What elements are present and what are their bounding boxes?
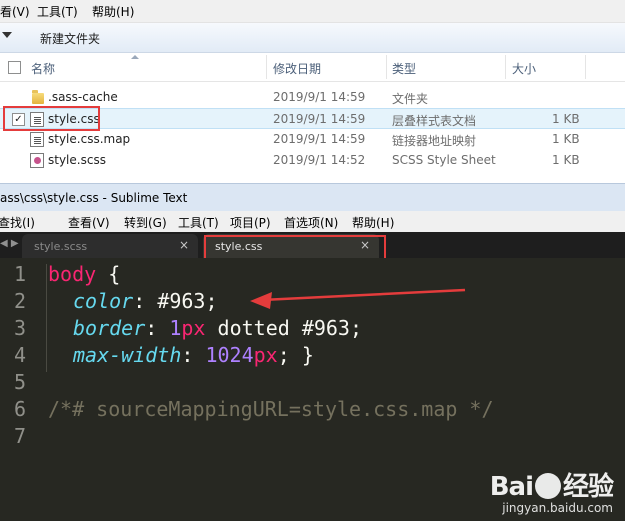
annotation-arrow-icon	[250, 288, 466, 309]
chevron-down-icon[interactable]	[2, 32, 12, 38]
menu-project[interactable]: 项目(P)	[230, 214, 271, 231]
menu-tools[interactable]: 工具(T)	[178, 214, 219, 231]
colon: :	[181, 343, 206, 367]
file-row[interactable]: style.css.map 2019/9/1 14:59 链接器地址映射 1 K…	[0, 129, 625, 150]
window-title: ass\css\style.css - Sublime Text	[0, 191, 188, 205]
menu-help[interactable]: 帮助(H)	[92, 3, 134, 20]
file-date: 2019/9/1 14:59	[273, 112, 366, 126]
semicolon: ;	[205, 289, 218, 313]
new-folder-button[interactable]: 新建文件夹	[40, 30, 100, 47]
sublime-menubar: 查找(I) 查看(V) 转到(G) 工具(T) 项目(P) 首选项(N) 帮助(…	[0, 211, 625, 233]
line-number: 4	[13, 343, 26, 367]
watermark-logo: Bai 经验	[489, 472, 614, 502]
paw-icon	[534, 473, 561, 499]
file-row[interactable]: style.scss 2019/9/1 14:52 SCSS Style She…	[0, 150, 625, 171]
watermark-url: jingyan.baidu.com	[502, 501, 613, 515]
close-icon[interactable]: ×	[179, 238, 189, 252]
menu-goto[interactable]: 转到(G)	[124, 214, 167, 231]
line-number: 7	[13, 424, 26, 448]
highlight-box	[3, 106, 100, 131]
code-line: /*# sourceMappingURL=style.css.map */	[48, 397, 494, 421]
code-line: color: #963;	[73, 289, 218, 313]
file-type: 链接器地址映射	[392, 134, 477, 148]
file-name: .sass-cache	[48, 90, 118, 104]
scss-file-icon	[30, 153, 44, 168]
file-type: 文件夹	[392, 92, 429, 106]
tab-label: style.scss	[34, 240, 88, 253]
column-header-name[interactable]: 名称	[31, 60, 55, 77]
line-number: 6	[13, 397, 26, 421]
line-number: 3	[13, 316, 26, 340]
css-property: max-width	[73, 343, 182, 367]
code-editor[interactable]: 1 2 3 4 5 6 7 body { color: #963; border…	[0, 258, 625, 521]
column-header-date[interactable]: 修改日期	[273, 60, 321, 77]
code-line: border: 1px dotted #963;	[73, 316, 362, 340]
menu-view[interactable]: 看(V)	[0, 3, 30, 20]
file-date: 2019/9/1 14:59	[273, 90, 366, 104]
column-header-size[interactable]: 大小	[512, 60, 536, 77]
menu-preferences[interactable]: 首选项(N)	[284, 214, 338, 231]
code-line: max-width: 1024px; }	[73, 343, 314, 367]
explorer-menubar: 看(V) 工具(T) 帮助(H)	[0, 0, 625, 23]
select-all-checkbox[interactable]	[8, 61, 21, 74]
menu-view[interactable]: 查看(V)	[68, 214, 110, 231]
window-title-bar: ass\css\style.css - Sublime Text	[0, 183, 625, 212]
css-unit: px	[253, 343, 278, 367]
css-value: #963	[157, 289, 206, 313]
indent-guide	[46, 264, 47, 372]
css-value: dotted #963;	[205, 316, 363, 340]
file-type: 层叠样式表文档	[392, 114, 477, 128]
colon: :	[145, 316, 170, 340]
css-property: color	[73, 289, 134, 313]
sort-arrow-icon	[131, 55, 139, 59]
explorer-toolbar: 新建文件夹	[0, 23, 625, 53]
column-divider[interactable]	[505, 55, 506, 79]
column-headers: 名称 修改日期 类型 大小	[0, 53, 625, 82]
column-divider[interactable]	[386, 55, 387, 79]
file-size: 1 KB	[552, 112, 580, 126]
file-date: 2019/9/1 14:52	[273, 153, 366, 167]
brace: {	[96, 262, 121, 286]
file-name: style.scss	[48, 153, 106, 167]
file-type: SCSS Style Sheet	[392, 153, 496, 167]
file-size: 1 KB	[552, 153, 580, 167]
menu-find[interactable]: 查找(I)	[0, 214, 35, 231]
menu-help[interactable]: 帮助(H)	[352, 214, 394, 231]
column-header-type[interactable]: 类型	[392, 60, 416, 77]
file-date: 2019/9/1 14:59	[273, 132, 366, 146]
code-comment: /*# sourceMappingURL=style.css.map */	[48, 397, 494, 421]
file-row[interactable]: .sass-cache 2019/9/1 14:59 文件夹	[0, 87, 625, 108]
file-size: 1 KB	[552, 132, 580, 146]
map-file-icon	[30, 132, 44, 147]
column-divider[interactable]	[266, 55, 267, 79]
css-value: ; }	[277, 343, 314, 367]
tab-scroll-arrows-icon[interactable]: ◀ ▶	[0, 238, 19, 249]
css-property: border	[73, 316, 146, 340]
tab-style-scss[interactable]: style.scss ×	[22, 234, 198, 258]
css-number: 1	[169, 316, 182, 340]
code-line: body {	[48, 262, 120, 286]
column-divider[interactable]	[585, 55, 586, 79]
line-number: 2	[13, 289, 26, 313]
menu-tools[interactable]: 工具(T)	[37, 3, 78, 20]
line-number: 5	[13, 370, 26, 394]
folder-icon	[32, 90, 44, 104]
baidu-watermark: Bai 经验 jingyan.baidu.com	[489, 466, 614, 515]
css-unit: px	[181, 316, 206, 340]
line-number: 1	[13, 262, 26, 286]
css-selector: body	[48, 262, 97, 286]
css-number: 1024	[205, 343, 254, 367]
file-name: style.css.map	[48, 132, 131, 146]
colon: :	[133, 289, 158, 313]
